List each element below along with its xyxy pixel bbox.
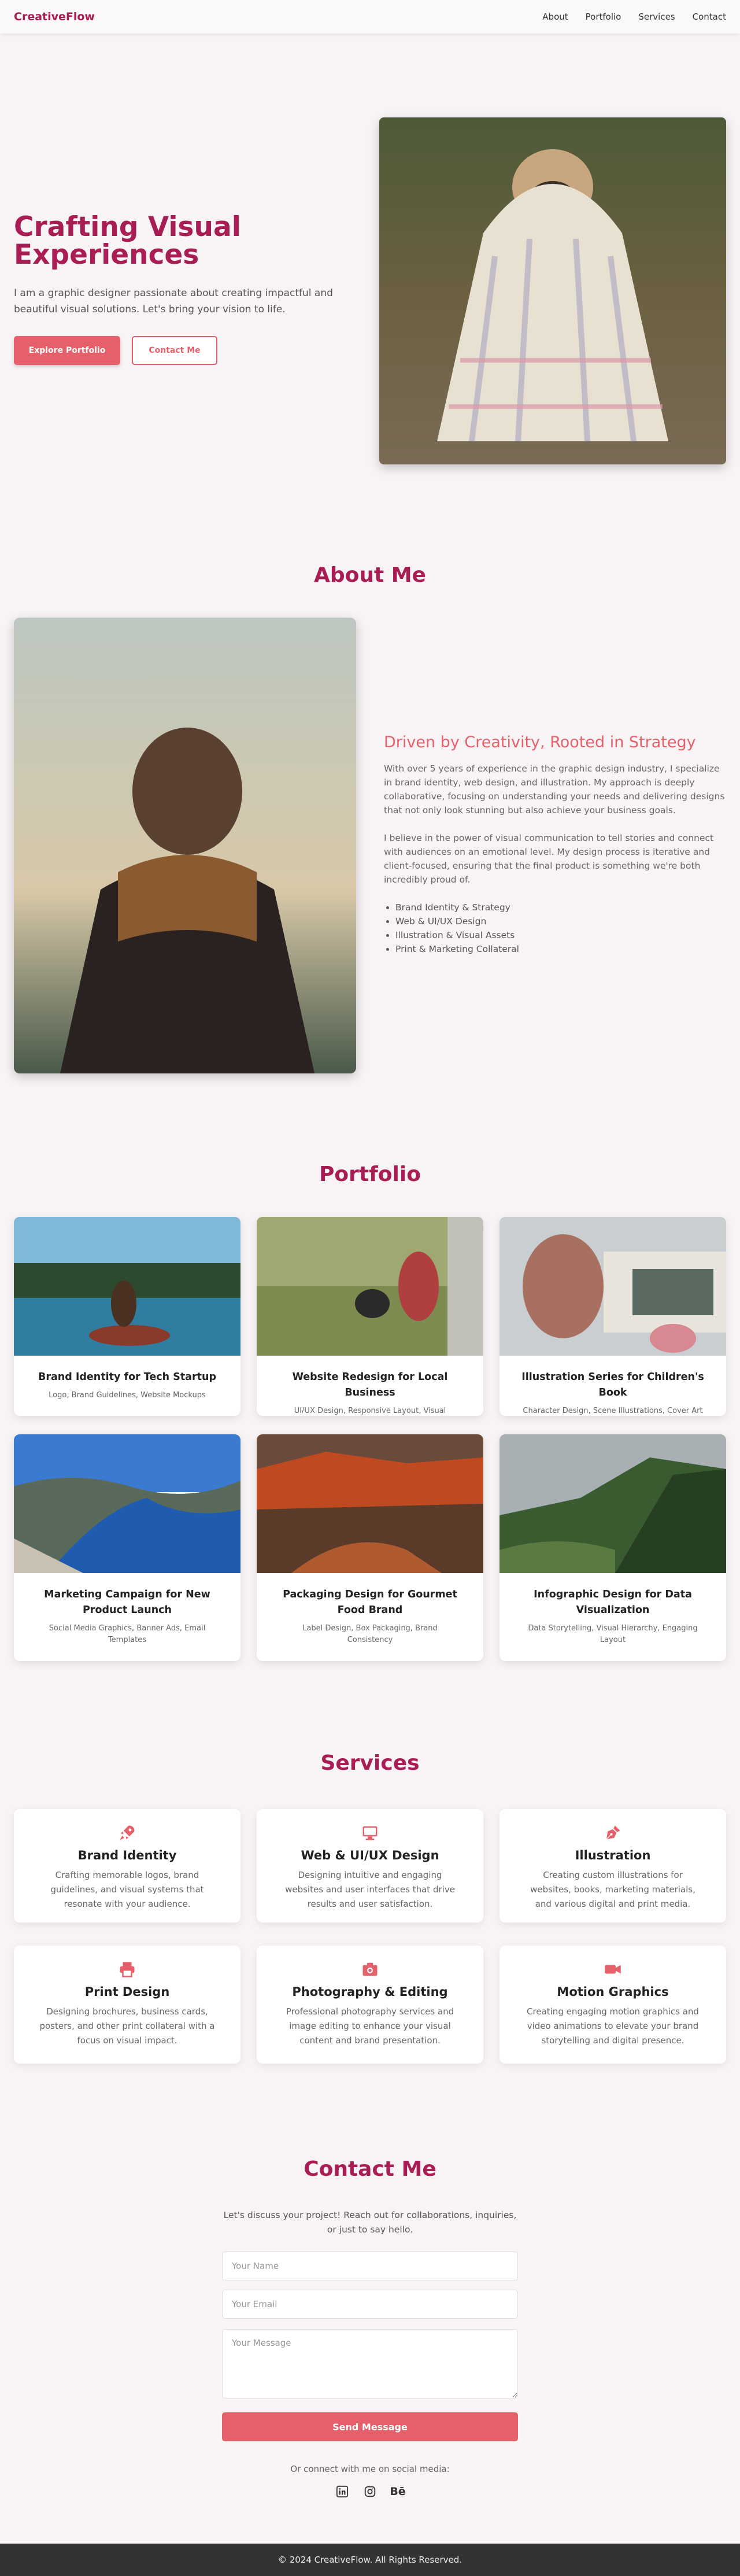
message-field[interactable] <box>222 2329 518 2398</box>
video-icon <box>605 1965 621 1974</box>
service-card: Print Design Designing brochures, busine… <box>14 1946 240 2064</box>
service-card: Motion Graphics Creating engaging motion… <box>500 1946 726 2064</box>
explore-portfolio-button[interactable]: Explore Portfolio <box>14 336 120 365</box>
portfolio-image <box>14 1217 240 1356</box>
name-field[interactable] <box>222 2252 518 2280</box>
copyright-text: © 2024 CreativeFlow. All Rights Reserved… <box>278 2555 462 2565</box>
send-message-button[interactable]: Send Message <box>222 2412 518 2441</box>
service-title: Illustration <box>575 1848 651 1862</box>
about-title: About Me <box>314 563 426 587</box>
about-text: Driven by Creativity, Rooted in Strategy… <box>384 733 726 956</box>
service-description: Creating custom illustrations for websit… <box>530 1870 695 1909</box>
skill-item: Brand Identity & Strategy <box>395 901 726 914</box>
portfolio-card-title: Illustration Series for Children's Book <box>521 1371 704 1398</box>
portfolio-card[interactable]: Website Redesign for Local Business UI/U… <box>257 1217 483 1416</box>
hero-subtitle: I am a graphic designer passionate about… <box>14 287 333 315</box>
skills-list: Brand Identity & Strategy Web & UI/UX De… <box>384 901 726 956</box>
camera-icon <box>362 1962 378 1976</box>
social-label: Or connect with me on social media: <box>290 2464 450 2474</box>
about-paragraph: I believe in the power of visual communi… <box>384 833 714 885</box>
nav-about[interactable]: About <box>542 12 568 22</box>
service-title: Print Design <box>84 1985 170 1999</box>
main-nav: About Portfolio Services Contact <box>542 12 726 22</box>
service-description: Professional photography services and im… <box>286 2006 454 2046</box>
service-title: Motion Graphics <box>557 1985 669 1999</box>
portfolio-card-tags: Data Storytelling, Visual Hierarchy, Eng… <box>528 1624 698 1644</box>
portfolio-card-title: Brand Identity for Tech Startup <box>38 1371 216 1383</box>
services-title: Services <box>320 1751 420 1775</box>
portfolio-title: Portfolio <box>319 1162 421 1186</box>
portfolio-card-tags: Character Design, Scene Illustrations, C… <box>523 1407 703 1415</box>
portfolio-card[interactable]: Infographic Design for Data Visualizatio… <box>500 1434 726 1661</box>
site-header: CreativeFlow About Portfolio Services Co… <box>0 0 740 34</box>
about-section: About Me Driven by Creativity, Rooted in… <box>0 508 740 1109</box>
portfolio-image <box>500 1217 726 1356</box>
rocket-icon <box>120 1825 135 1840</box>
services-section: Services Brand Identity Crafting memorab… <box>0 1711 740 2127</box>
service-description: Creating engaging motion graphics and vi… <box>527 2006 699 2046</box>
linkedin-icon[interactable] <box>335 2484 350 2499</box>
portfolio-card-title: Infographic Design for Data Visualizatio… <box>534 1589 692 1616</box>
behance-icon[interactable]: Bē <box>390 2484 405 2499</box>
portfolio-card[interactable]: Illustration Series for Children's Book … <box>500 1217 726 1416</box>
about-heading: Driven by Creativity, Rooted in Strategy <box>384 733 696 751</box>
portfolio-card-title: Marketing Campaign for New Product Launc… <box>44 1589 210 1616</box>
instagram-icon[interactable] <box>362 2484 378 2499</box>
skill-item: Web & UI/UX Design <box>395 914 726 928</box>
portfolio-image <box>257 1217 483 1356</box>
service-title: Web & UI/UX Design <box>301 1848 439 1862</box>
service-description: Crafting memorable logos, brand guidelin… <box>50 1870 204 1909</box>
nav-services[interactable]: Services <box>638 12 675 22</box>
service-card: Photography & Editing Professional photo… <box>257 1946 483 2064</box>
skill-item: Print & Marketing Collateral <box>395 942 726 956</box>
about-paragraph: With over 5 years of experience in the g… <box>384 763 725 815</box>
skill-item: Illustration & Visual Assets <box>395 928 726 942</box>
nav-portfolio[interactable]: Portfolio <box>586 12 621 22</box>
portfolio-card[interactable]: Packaging Design for Gourmet Food Brand … <box>257 1434 483 1661</box>
printer-icon <box>120 1962 135 1977</box>
portfolio-card-tags: Social Media Graphics, Banner Ads, Email… <box>49 1624 206 1644</box>
hero-title: Crafting Visual Experiences <box>14 211 241 271</box>
portfolio-card[interactable]: Brand Identity for Tech Startup Logo, Br… <box>14 1217 240 1416</box>
brand-logo[interactable]: CreativeFlow <box>14 10 95 23</box>
service-card: Brand Identity Crafting memorable logos,… <box>14 1809 240 1922</box>
portfolio-image <box>14 1434 240 1573</box>
site-footer: © 2024 CreativeFlow. All Rights Reserved… <box>0 2544 740 2576</box>
nav-contact[interactable]: Contact <box>693 12 726 22</box>
email-field[interactable] <box>222 2290 518 2319</box>
contact-intro: Let's discuss your project! Reach out fo… <box>223 2210 517 2235</box>
contact-title: Contact Me <box>304 2157 436 2181</box>
service-title: Brand Identity <box>77 1848 177 1862</box>
portfolio-image <box>257 1434 483 1573</box>
portfolio-card-title: Website Redesign for Local Business <box>292 1371 448 1398</box>
pen-nib-icon <box>606 1825 620 1840</box>
portfolio-card-tags: UI/UX Design, Responsive Layout, Visual … <box>294 1407 446 1415</box>
contact-me-button[interactable]: Contact Me <box>132 336 217 365</box>
hero-image <box>379 117 726 464</box>
social-links: Bē <box>0 2484 740 2499</box>
portfolio-image <box>500 1434 726 1573</box>
service-card: Illustration Creating custom illustratio… <box>500 1809 726 1922</box>
portfolio-card[interactable]: Marketing Campaign for New Product Launc… <box>14 1434 240 1661</box>
portfolio-section: Portfolio Brand Identity for Tech Startu… <box>0 1109 740 1711</box>
about-image <box>14 618 356 1073</box>
portfolio-card-title: Packaging Design for Gourmet Food Brand <box>283 1589 457 1616</box>
hero-section: Crafting Visual Experiences I am a graph… <box>0 34 740 508</box>
service-description: Designing brochures, business cards, pos… <box>39 2006 215 2046</box>
portfolio-card-tags: Logo, Brand Guidelines, Website Mockups <box>49 1391 206 1400</box>
desktop-icon <box>362 1826 378 1840</box>
portfolio-card-tags: Label Design, Box Packaging, Brand Consi… <box>302 1624 438 1644</box>
service-title: Photography & Editing <box>292 1985 448 1999</box>
service-card: Web & UI/UX Design Designing intuitive a… <box>257 1809 483 1922</box>
service-description: Designing intuitive and engaging website… <box>285 1870 455 1909</box>
contact-section: Contact Me Let's discuss your project! R… <box>0 2127 740 2544</box>
